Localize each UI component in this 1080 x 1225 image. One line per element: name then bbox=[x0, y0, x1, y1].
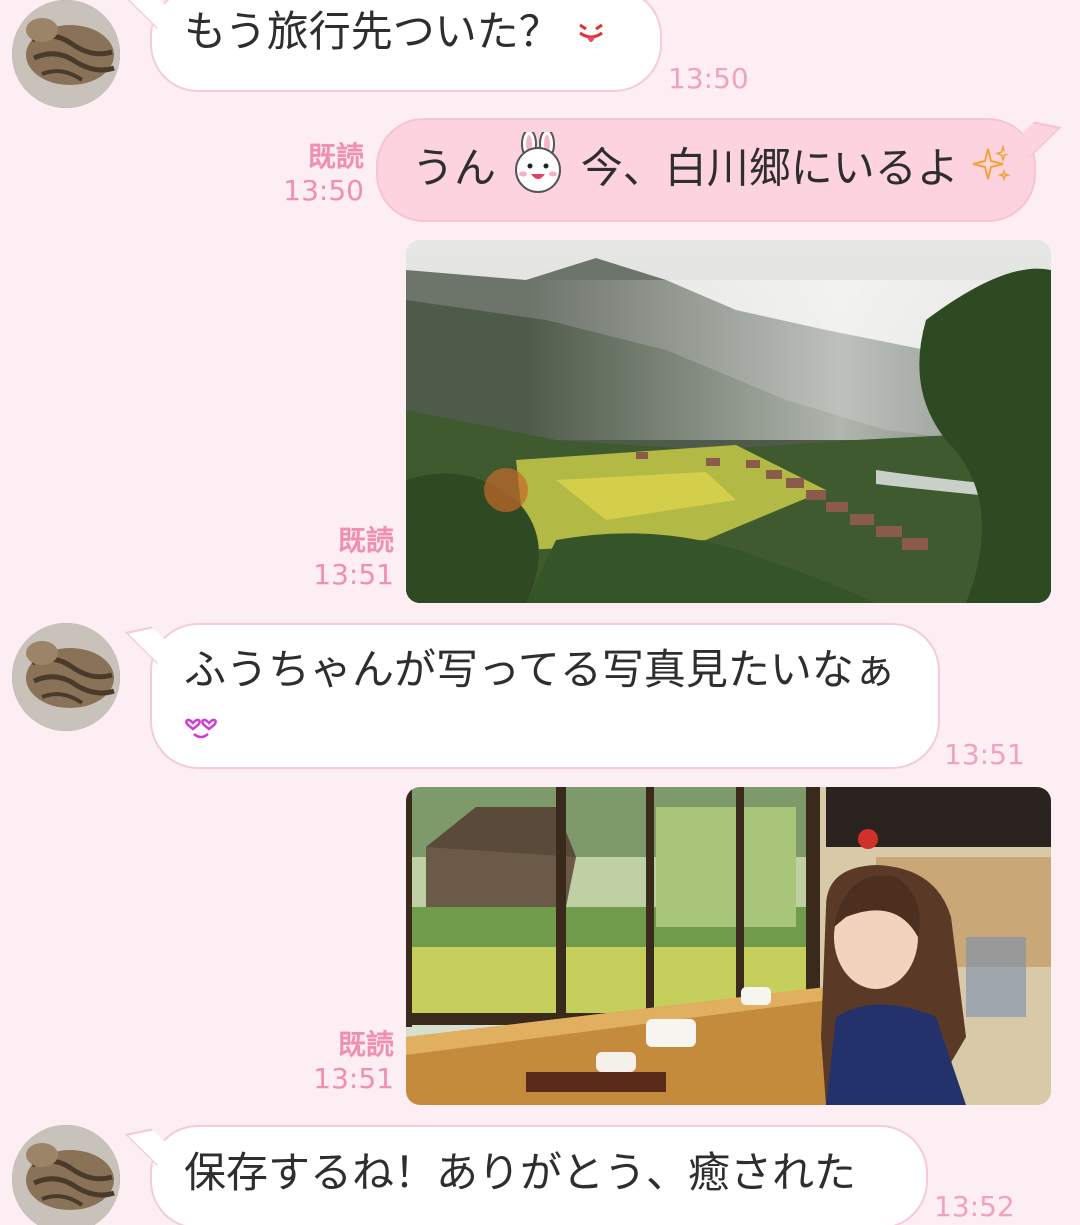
message-time: 13:51 bbox=[313, 1062, 394, 1095]
read-receipt: 既読 13:51 bbox=[312, 1028, 394, 1096]
message-bubble-incoming[interactable]: もう旅行先ついた？ bbox=[150, 0, 662, 92]
message-time: 13:51 bbox=[944, 738, 1025, 771]
message-time: 13:50 bbox=[668, 62, 749, 95]
photo-cafe-window[interactable] bbox=[406, 787, 1051, 1105]
message-time: 13:50 bbox=[283, 174, 364, 207]
photo-shirakawa-village[interactable] bbox=[406, 240, 1051, 603]
cat-photo-icon bbox=[12, 0, 120, 108]
message-text: 今、白川郷にいるよ bbox=[580, 143, 959, 193]
heart-eyes-face-icon bbox=[184, 700, 218, 754]
read-receipt: 既読 13:51 bbox=[312, 524, 394, 592]
avatar-cat[interactable] bbox=[12, 623, 120, 731]
message-text: うん bbox=[412, 143, 497, 193]
message-time: 13:51 bbox=[313, 558, 394, 591]
avatar-cat[interactable] bbox=[12, 1125, 120, 1225]
landscape-photo-icon bbox=[406, 240, 1051, 603]
cat-photo-icon bbox=[12, 623, 120, 731]
read-label: 既読 bbox=[337, 1028, 394, 1061]
cat-photo-icon bbox=[12, 1125, 120, 1225]
message-bubble-incoming[interactable]: 保存するね！ありがとう、癒された bbox=[150, 1125, 928, 1225]
message-time: 13:52 bbox=[934, 1190, 1015, 1223]
read-receipt: 既読 13:50 bbox=[282, 140, 364, 208]
sparkles-icon bbox=[972, 141, 1012, 201]
bunny-face-icon bbox=[509, 129, 567, 210]
message-text: 保存するね！ありがとう、癒された bbox=[184, 1148, 857, 1197]
chat-screen: もう旅行先ついた？ 13:50 既読 13:50 うん 今、白川郷にいるよ 既読… bbox=[0, 0, 1080, 1225]
message-bubble-incoming[interactable]: ふうちゃんが写ってる写真見たいなぁ bbox=[150, 623, 940, 769]
avatar-cat[interactable] bbox=[12, 0, 120, 108]
message-text: もう旅行先ついた？ bbox=[184, 7, 561, 56]
message-text: ふうちゃんが写ってる写真見たいなぁ bbox=[184, 645, 896, 694]
read-label: 既読 bbox=[337, 524, 394, 557]
read-label: 既読 bbox=[307, 140, 364, 173]
tongue-face-icon bbox=[574, 5, 608, 65]
message-bubble-outgoing[interactable]: うん 今、白川郷にいるよ bbox=[376, 118, 1036, 222]
portrait-photo-icon bbox=[406, 787, 1051, 1105]
